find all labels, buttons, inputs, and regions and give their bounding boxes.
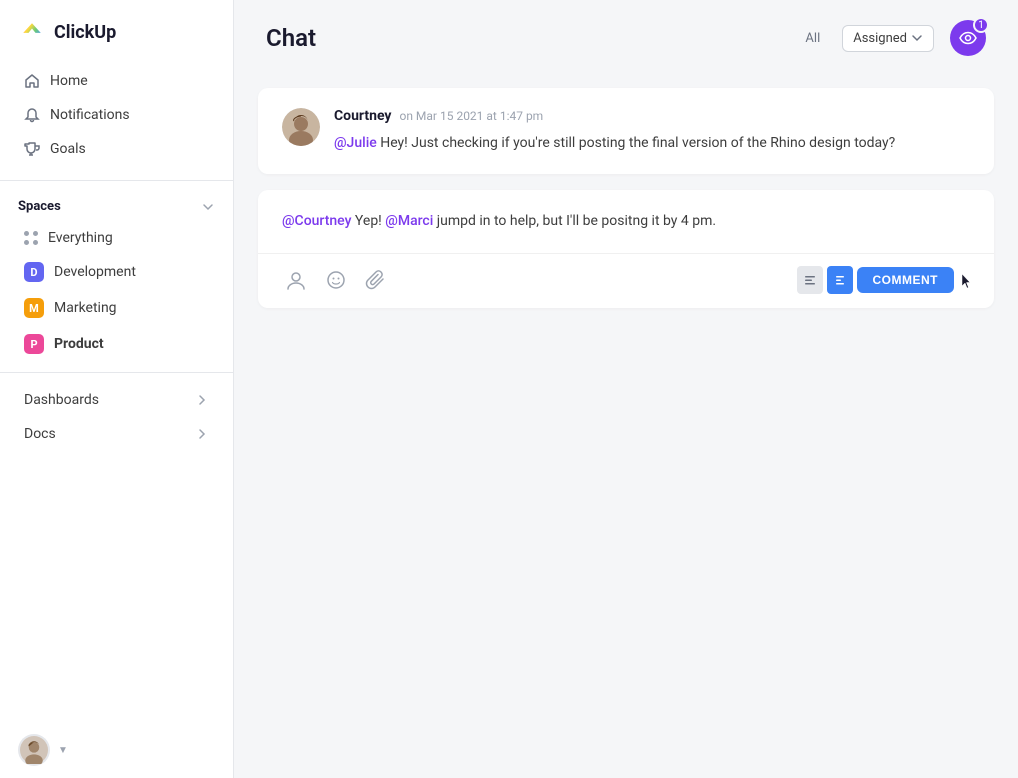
- user-profile[interactable]: ▼: [0, 722, 233, 778]
- sidebar-item-home[interactable]: Home: [6, 64, 227, 98]
- message-1-text: @Julie Hey! Just checking if you're stil…: [334, 132, 970, 154]
- clickup-logo-icon: [18, 18, 46, 46]
- sidebar-item-development[interactable]: D Development: [6, 254, 227, 290]
- message-1-meta: Courtney on Mar 15 2021 at 1:47 pm: [334, 108, 970, 124]
- user-icon-button[interactable]: [282, 266, 310, 294]
- message-1-mention: @Julie: [334, 135, 377, 151]
- avatar: [18, 734, 50, 766]
- emoji-icon-button[interactable]: [322, 266, 350, 294]
- sidebar-item-marketing[interactable]: M Marketing: [6, 290, 227, 326]
- sidebar-item-notifications-label: Notifications: [50, 107, 130, 123]
- sidebar-nav: Home Notifications Goals: [0, 60, 233, 170]
- filter-all[interactable]: All: [799, 27, 826, 50]
- avatar-image: [20, 736, 48, 764]
- sidebar-item-development-label: Development: [54, 264, 136, 280]
- sidebar-divider-2: [0, 372, 233, 373]
- sidebar-item-goals[interactable]: Goals: [6, 132, 227, 166]
- sidebar-item-product[interactable]: P Product: [6, 326, 227, 362]
- sidebar-divider-1: [0, 180, 233, 181]
- assigned-chevron-icon: [911, 32, 923, 44]
- toolbar-small-btn-2[interactable]: [827, 266, 853, 294]
- trophy-icon: [24, 141, 40, 157]
- sidebar-item-everything-label: Everything: [48, 230, 113, 246]
- active-format-icon: [835, 275, 845, 285]
- user-chevron-icon: ▼: [58, 745, 68, 756]
- sidebar-item-marketing-label: Marketing: [54, 300, 117, 316]
- reply-mention1: @Courtney: [282, 213, 351, 229]
- spaces-section-header[interactable]: Spaces: [0, 191, 233, 222]
- toolbar-small-btn-1[interactable]: [797, 266, 823, 294]
- everything-dots-icon: [24, 231, 38, 245]
- courtney-avatar-image: [282, 108, 320, 146]
- chevron-down-icon: [201, 200, 215, 214]
- comment-button[interactable]: COMMENT: [857, 267, 955, 293]
- attachment-icon-button[interactable]: [362, 266, 390, 294]
- cursor-indicator: [960, 270, 970, 290]
- sidebar-item-home-label: Home: [50, 73, 88, 89]
- watch-button[interactable]: 1: [950, 20, 986, 56]
- chat-area: Courtney on Mar 15 2021 at 1:47 pm @Juli…: [234, 72, 1018, 778]
- sidebar-item-docs[interactable]: Docs: [6, 417, 227, 451]
- courtney-avatar: [282, 108, 320, 146]
- development-badge: D: [24, 262, 44, 282]
- sidebar-item-everything[interactable]: Everything: [6, 222, 227, 254]
- bell-icon: [24, 107, 40, 123]
- message-1-author: Courtney: [334, 108, 391, 124]
- message-1-body: Courtney on Mar 15 2021 at 1:47 pm @Juli…: [334, 108, 970, 154]
- filter-assigned[interactable]: Assigned: [842, 25, 934, 52]
- app-name: ClickUp: [54, 22, 116, 43]
- docs-label: Docs: [24, 426, 56, 442]
- sidebar-item-product-label: Product: [54, 336, 104, 352]
- person-icon: [285, 269, 307, 291]
- home-icon: [24, 73, 40, 89]
- product-badge: P: [24, 334, 44, 354]
- dashboards-label: Dashboards: [24, 392, 99, 408]
- reply-text: @Courtney Yep! @Marci jumpd in to help, …: [282, 210, 970, 232]
- sidebar: ClickUp Home Notifications: [0, 0, 234, 778]
- message-1: Courtney on Mar 15 2021 at 1:47 pm @Juli…: [258, 88, 994, 174]
- reply-toolbar: COMMENT: [282, 266, 970, 294]
- marketing-badge: M: [24, 298, 44, 318]
- reply-mention2: @Marci: [385, 213, 433, 229]
- sidebar-item-notifications[interactable]: Notifications: [6, 98, 227, 132]
- watch-badge: 1: [973, 17, 989, 33]
- chat-title: Chat: [266, 24, 316, 52]
- spaces-label: Spaces: [18, 199, 61, 214]
- chat-header: Chat All Assigned 1: [234, 0, 1018, 72]
- toolbar-right: COMMENT: [797, 266, 971, 294]
- text-format-icon: [804, 275, 816, 285]
- emoji-icon: [325, 269, 347, 291]
- sidebar-item-dashboards[interactable]: Dashboards: [6, 383, 227, 417]
- cursor-icon: [960, 272, 970, 290]
- docs-chevron-icon: [195, 427, 209, 441]
- logo[interactable]: ClickUp: [0, 0, 233, 60]
- attachment-icon: [365, 269, 387, 291]
- main-content: Chat All Assigned 1: [234, 0, 1018, 778]
- reply-divider: [258, 253, 994, 254]
- reply-card: @Courtney Yep! @Marci jumpd in to help, …: [258, 190, 994, 307]
- dashboards-chevron-icon: [195, 393, 209, 407]
- sidebar-item-goals-label: Goals: [50, 141, 86, 157]
- message-1-time: on Mar 15 2021 at 1:47 pm: [399, 109, 543, 123]
